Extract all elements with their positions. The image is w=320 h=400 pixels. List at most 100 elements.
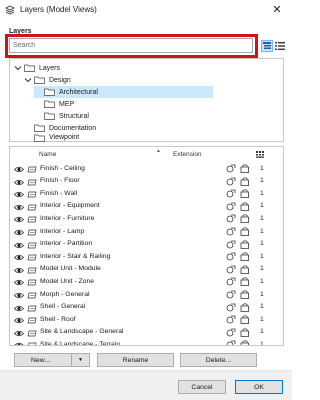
new-dropdown-arrow[interactable]: ▼ [71, 354, 89, 366]
table-row[interactable]: Site & Landscape - General 1 [10, 326, 283, 339]
pen-number[interactable]: 1 [260, 303, 264, 312]
pen-number[interactable]: 1 [260, 165, 264, 174]
intersection-group-icon[interactable] [226, 303, 236, 312]
close-button[interactable]: ✕ [268, 2, 286, 18]
pen-number[interactable]: 1 [260, 240, 264, 249]
tree-item-layers[interactable]: Layers [14, 62, 214, 74]
table-row[interactable]: Morph - General 1 [10, 288, 283, 301]
layer-name: Model Unit - Module [40, 265, 101, 273]
pen-number[interactable]: 1 [260, 215, 264, 224]
intersection-group-icon[interactable] [226, 227, 236, 236]
table-row[interactable]: Shell - General 1 [10, 301, 283, 314]
intersection-group-icon[interactable] [226, 177, 236, 186]
table-row[interactable]: Interior - Lamp 1 [10, 225, 283, 238]
intersection-group-icon[interactable] [226, 265, 236, 274]
lock-folder-icon[interactable] [240, 176, 250, 186]
pen-number[interactable]: 1 [260, 341, 264, 345]
intersection-group-icon[interactable] [226, 214, 236, 223]
tree-item-structural[interactable]: Structural [34, 110, 213, 122]
table-row[interactable]: Site & Landscape - Terrain 1 [10, 338, 283, 346]
eye-icon[interactable] [14, 291, 24, 300]
lock-folder-icon[interactable] [240, 302, 250, 312]
table-row[interactable]: Interior - Furniture 1 [10, 212, 283, 225]
eye-icon[interactable] [14, 228, 24, 237]
table-row[interactable]: Finish - Floor 1 [10, 175, 283, 188]
intersection-group-icon[interactable] [226, 240, 236, 249]
lock-folder-icon[interactable] [240, 340, 250, 346]
column-header-extension[interactable]: Extension [173, 151, 202, 158]
eye-icon[interactable] [14, 329, 24, 338]
table-row[interactable]: Interior - Equipment 1 [10, 200, 283, 213]
tree-item-mep[interactable]: MEP [34, 98, 213, 110]
eye-icon[interactable] [14, 215, 24, 224]
table-row[interactable]: Interior - Stair & Railing 1 [10, 250, 283, 263]
table-row[interactable]: Finish - Ceiling 1 [10, 162, 283, 175]
pen-number[interactable]: 1 [260, 228, 264, 237]
intersection-group-icon[interactable] [226, 328, 236, 337]
eye-icon[interactable] [14, 304, 24, 313]
intersection-group-icon[interactable] [226, 164, 236, 173]
lock-folder-icon[interactable] [240, 239, 250, 249]
delete-button[interactable]: Delete... [180, 353, 257, 367]
lock-folder-icon[interactable] [240, 277, 250, 287]
tree-item-label: Design [49, 76, 71, 84]
intersection-group-icon[interactable] [226, 252, 236, 261]
lock-folder-icon[interactable] [240, 290, 250, 299]
pen-number[interactable]: 1 [260, 190, 264, 199]
lock-folder-icon[interactable] [240, 265, 250, 274]
intersection-group-icon[interactable] [226, 315, 236, 324]
eye-icon[interactable] [14, 266, 24, 275]
pen-number[interactable]: 1 [260, 278, 264, 287]
lock-folder-icon[interactable] [240, 164, 250, 173]
lock-folder-icon[interactable] [240, 214, 250, 224]
table-row[interactable]: Model Unit - Zone 1 [10, 275, 283, 288]
tree-item-architectural[interactable]: Architectural [34, 86, 213, 98]
chevron-down-icon[interactable] [24, 76, 32, 84]
pen-number[interactable]: 1 [260, 265, 264, 274]
table-row[interactable]: Finish - Wall 1 [10, 187, 283, 200]
eye-icon[interactable] [14, 178, 24, 187]
pen-number[interactable]: 1 [260, 253, 264, 262]
tree-view-button[interactable] [261, 40, 273, 52]
intersection-group-icon[interactable] [226, 290, 236, 299]
pen-number[interactable]: 1 [260, 291, 264, 300]
lock-folder-icon[interactable] [240, 202, 250, 211]
pen-number[interactable]: 1 [260, 316, 264, 325]
table-row[interactable]: Model Unit - Module 1 [10, 263, 283, 276]
intersection-group-icon[interactable] [226, 340, 236, 346]
eye-icon[interactable] [14, 241, 24, 250]
pen-number[interactable]: 1 [260, 202, 264, 211]
lock-folder-icon[interactable] [240, 189, 250, 199]
rename-button[interactable]: Rename [97, 353, 174, 367]
intersection-group-icon[interactable] [226, 189, 236, 198]
pen-number[interactable]: 1 [260, 177, 264, 186]
ok-button[interactable]: OK [235, 380, 283, 394]
pen-number[interactable]: 1 [260, 328, 264, 337]
eye-icon[interactable] [14, 203, 24, 212]
lock-folder-icon[interactable] [240, 315, 250, 325]
tree-item-documentation[interactable]: Documentation [24, 122, 214, 134]
eye-icon[interactable] [14, 165, 24, 174]
layer-folder-tree[interactable]: Layers Design Architectural MEP Structur… [9, 58, 284, 142]
eye-icon[interactable] [14, 253, 24, 262]
eye-icon[interactable] [14, 278, 24, 287]
eye-icon[interactable] [14, 316, 24, 325]
tree-item-viewpoint[interactable]: Viewpoint [24, 134, 214, 142]
new-button[interactable]: New... [31, 357, 50, 364]
table-row[interactable]: Interior - Partition 1 [10, 238, 283, 251]
intersection-group-icon[interactable] [226, 277, 236, 286]
lock-folder-icon[interactable] [240, 252, 250, 262]
column-header-name[interactable]: Name [39, 151, 56, 158]
eye-icon[interactable] [14, 341, 24, 346]
cancel-button[interactable]: Cancel [178, 380, 226, 394]
new-split-button[interactable]: New... ▼ [14, 353, 90, 367]
lock-folder-icon[interactable] [240, 227, 250, 236]
list-view-button[interactable] [274, 40, 286, 52]
eye-icon[interactable] [14, 190, 24, 199]
lock-folder-icon[interactable] [240, 328, 250, 337]
table-row[interactable]: Shell - Roof 1 [10, 313, 283, 326]
chevron-down-icon[interactable] [14, 64, 22, 72]
tree-item-design[interactable]: Design [24, 74, 214, 86]
layers-table[interactable]: Name ▲ Extension Finish - Ceiling 1 Finish… [9, 146, 284, 346]
intersection-group-icon[interactable] [226, 202, 236, 211]
